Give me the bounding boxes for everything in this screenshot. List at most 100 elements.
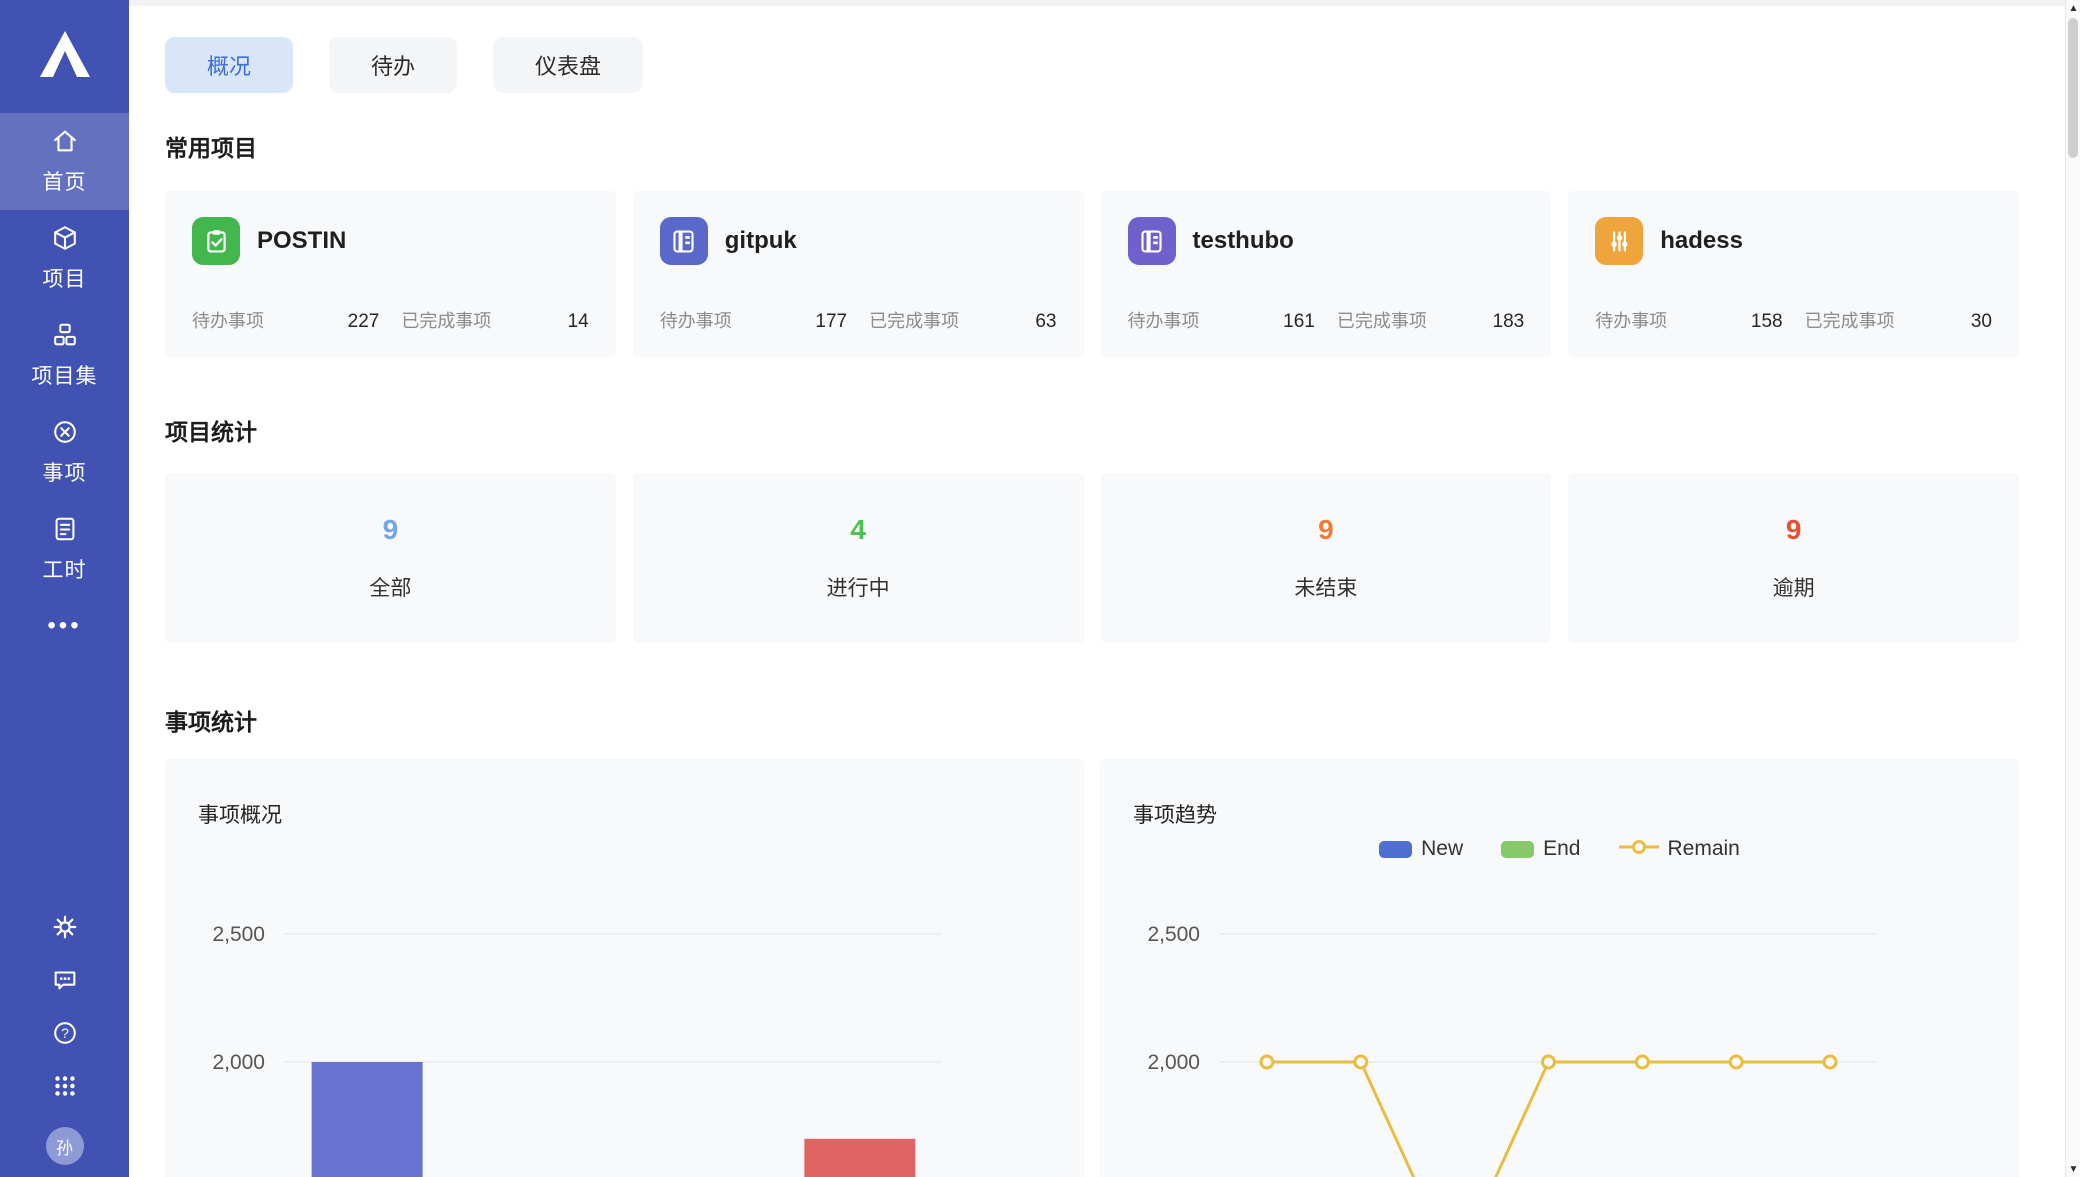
grid-dots-icon [51,1072,79,1105]
help-button[interactable]: ? [51,1021,79,1049]
clipboard-check-icon [192,217,240,265]
project-card[interactable]: POSTIN 待办事项 227 已完成事项 14 [165,191,616,357]
question-icon: ? [51,1019,79,1052]
project-name: POSTIN [257,227,346,255]
feedback-button[interactable] [51,968,79,996]
user-avatar[interactable]: 孙 [46,1127,84,1165]
stat-value: 9 [1318,514,1334,546]
todo-label: 待办事项 [192,307,264,333]
view-tabs: 概况 待办 仪表盘 [165,37,2019,93]
project-name: testhubo [1193,227,1294,255]
done-label: 已完成事项 [1805,307,1895,333]
scroll-down-arrow-icon[interactable]: ▼ [2066,1161,2080,1177]
app-logo[interactable] [0,0,129,113]
sidebar-item-project-sets[interactable]: 项目集 [0,307,129,404]
todo-label: 待办事项 [660,307,732,333]
main-content: 概况 待办 仪表盘 常用项目 POSTIN 待办 [129,0,2065,1177]
todo-label: 待办事项 [1128,307,1200,333]
line-chart: 2,5002,0001,500 [1100,759,2019,1177]
bar-chart: 2,5002,0001,500 [165,759,1084,1177]
sidebar-nav: 首页 项目 项目集 [0,113,129,598]
mountain-logo-icon [38,29,92,84]
settings-button[interactable] [51,915,79,943]
svg-text:2,500: 2,500 [212,923,265,946]
apps-button[interactable] [51,1074,79,1102]
sliders-icon [1595,217,1643,265]
section-frequent-projects: 常用项目 [165,129,2019,163]
stat-value: 4 [850,514,866,546]
issue-icon [51,418,79,451]
project-name: gitpuk [725,227,797,255]
scrollbar-thumb[interactable] [2068,18,2078,158]
stat-card-all[interactable]: 9 全部 [165,473,616,643]
tab-todo[interactable]: 待办 [329,37,457,93]
done-count: 183 [1493,311,1525,333]
gear-icon [51,913,79,946]
stat-value: 9 [1786,514,1802,546]
svg-text:?: ? [61,1025,69,1041]
sidebar-item-label: 项目 [43,263,87,293]
issue-trend-chart-card: 事项趋势 New End [1100,759,2019,1177]
sidebar-item-projects[interactable]: 项目 [0,210,129,307]
project-card[interactable]: testhubo 待办事项 161 已完成事项 183 [1101,191,1552,357]
chart-legend: New End Remain [1100,837,2019,861]
done-label: 已完成事项 [401,307,491,333]
tab-dashboard[interactable]: 仪表盘 [493,37,643,93]
vertical-scrollbar[interactable]: ▲ ▼ [2065,0,2080,1177]
done-count: 30 [1971,311,1992,333]
done-label: 已完成事项 [1337,307,1427,333]
section-issue-stats: 事项统计 [165,703,2019,737]
stat-label: 全部 [369,572,411,602]
done-count: 14 [568,311,589,333]
project-name: hadess [1660,227,1743,255]
sidebar-item-label: 工时 [43,554,87,584]
svg-text:2,000: 2,000 [1147,1051,1200,1074]
repo-icon [1128,217,1176,265]
sidebar: 首页 项目 项目集 [0,0,129,1177]
stat-card-unfinished[interactable]: 9 未结束 [1101,473,1552,643]
legend-item-new[interactable]: New [1379,837,1463,861]
legend-label: End [1543,837,1580,861]
todo-count: 158 [1751,311,1783,333]
dashboard-page: 首页 项目 项目集 [0,0,2080,1177]
cube-icon [51,224,79,257]
legend-item-remain[interactable]: Remain [1619,837,1740,861]
stat-label: 逾期 [1773,572,1815,602]
todo-count: 177 [815,311,847,333]
done-label: 已完成事项 [869,307,959,333]
issue-overview-chart-card: 事项概况 2,5002,0001,500 [165,759,1084,1177]
repo-icon [660,217,708,265]
svg-text:2,500: 2,500 [1147,923,1200,946]
sidebar-bottom: ? 孙 [0,915,129,1165]
chart-title: 事项概况 [198,799,282,829]
stat-value: 9 [383,514,399,546]
stat-card-in-progress[interactable]: 4 进行中 [633,473,1084,643]
home-icon [51,127,79,160]
done-count: 63 [1035,311,1056,333]
sidebar-item-label: 项目集 [32,360,98,390]
chart-title: 事项趋势 [1133,799,1217,829]
chat-bubble-icon [51,966,79,999]
sidebar-item-worktime[interactable]: 工时 [0,501,129,598]
timesheet-icon [51,515,79,548]
sidebar-item-label: 首页 [43,166,87,196]
stat-label: 未结束 [1294,572,1357,602]
todo-count: 227 [348,311,380,333]
stat-card-overdue[interactable]: 9 逾期 [1568,473,2019,643]
svg-text:2,000: 2,000 [212,1051,265,1074]
tab-overview[interactable]: 概况 [165,37,293,93]
scroll-up-arrow-icon[interactable]: ▲ [2066,0,2080,16]
section-project-stats: 项目统计 [165,413,2019,447]
project-cards-row: POSTIN 待办事项227 已完成事项14 git [165,191,2019,357]
sidebar-more-button[interactable]: ••• [0,612,129,640]
project-card[interactable]: gitpuk 待办事项 177 已完成事项 63 [633,191,1084,357]
todo-count: 161 [1283,311,1315,333]
top-divider [129,0,2065,6]
legend-item-end[interactable]: End [1501,837,1580,861]
sidebar-item-home[interactable]: 首页 [0,113,129,210]
legend-label: Remain [1668,837,1740,861]
sidebar-item-issues[interactable]: 事项 [0,404,129,501]
stat-label: 进行中 [827,572,890,602]
project-card[interactable]: hadess 待办事项158 已完成事项30 [1568,191,2019,357]
boxes-icon [51,321,79,354]
